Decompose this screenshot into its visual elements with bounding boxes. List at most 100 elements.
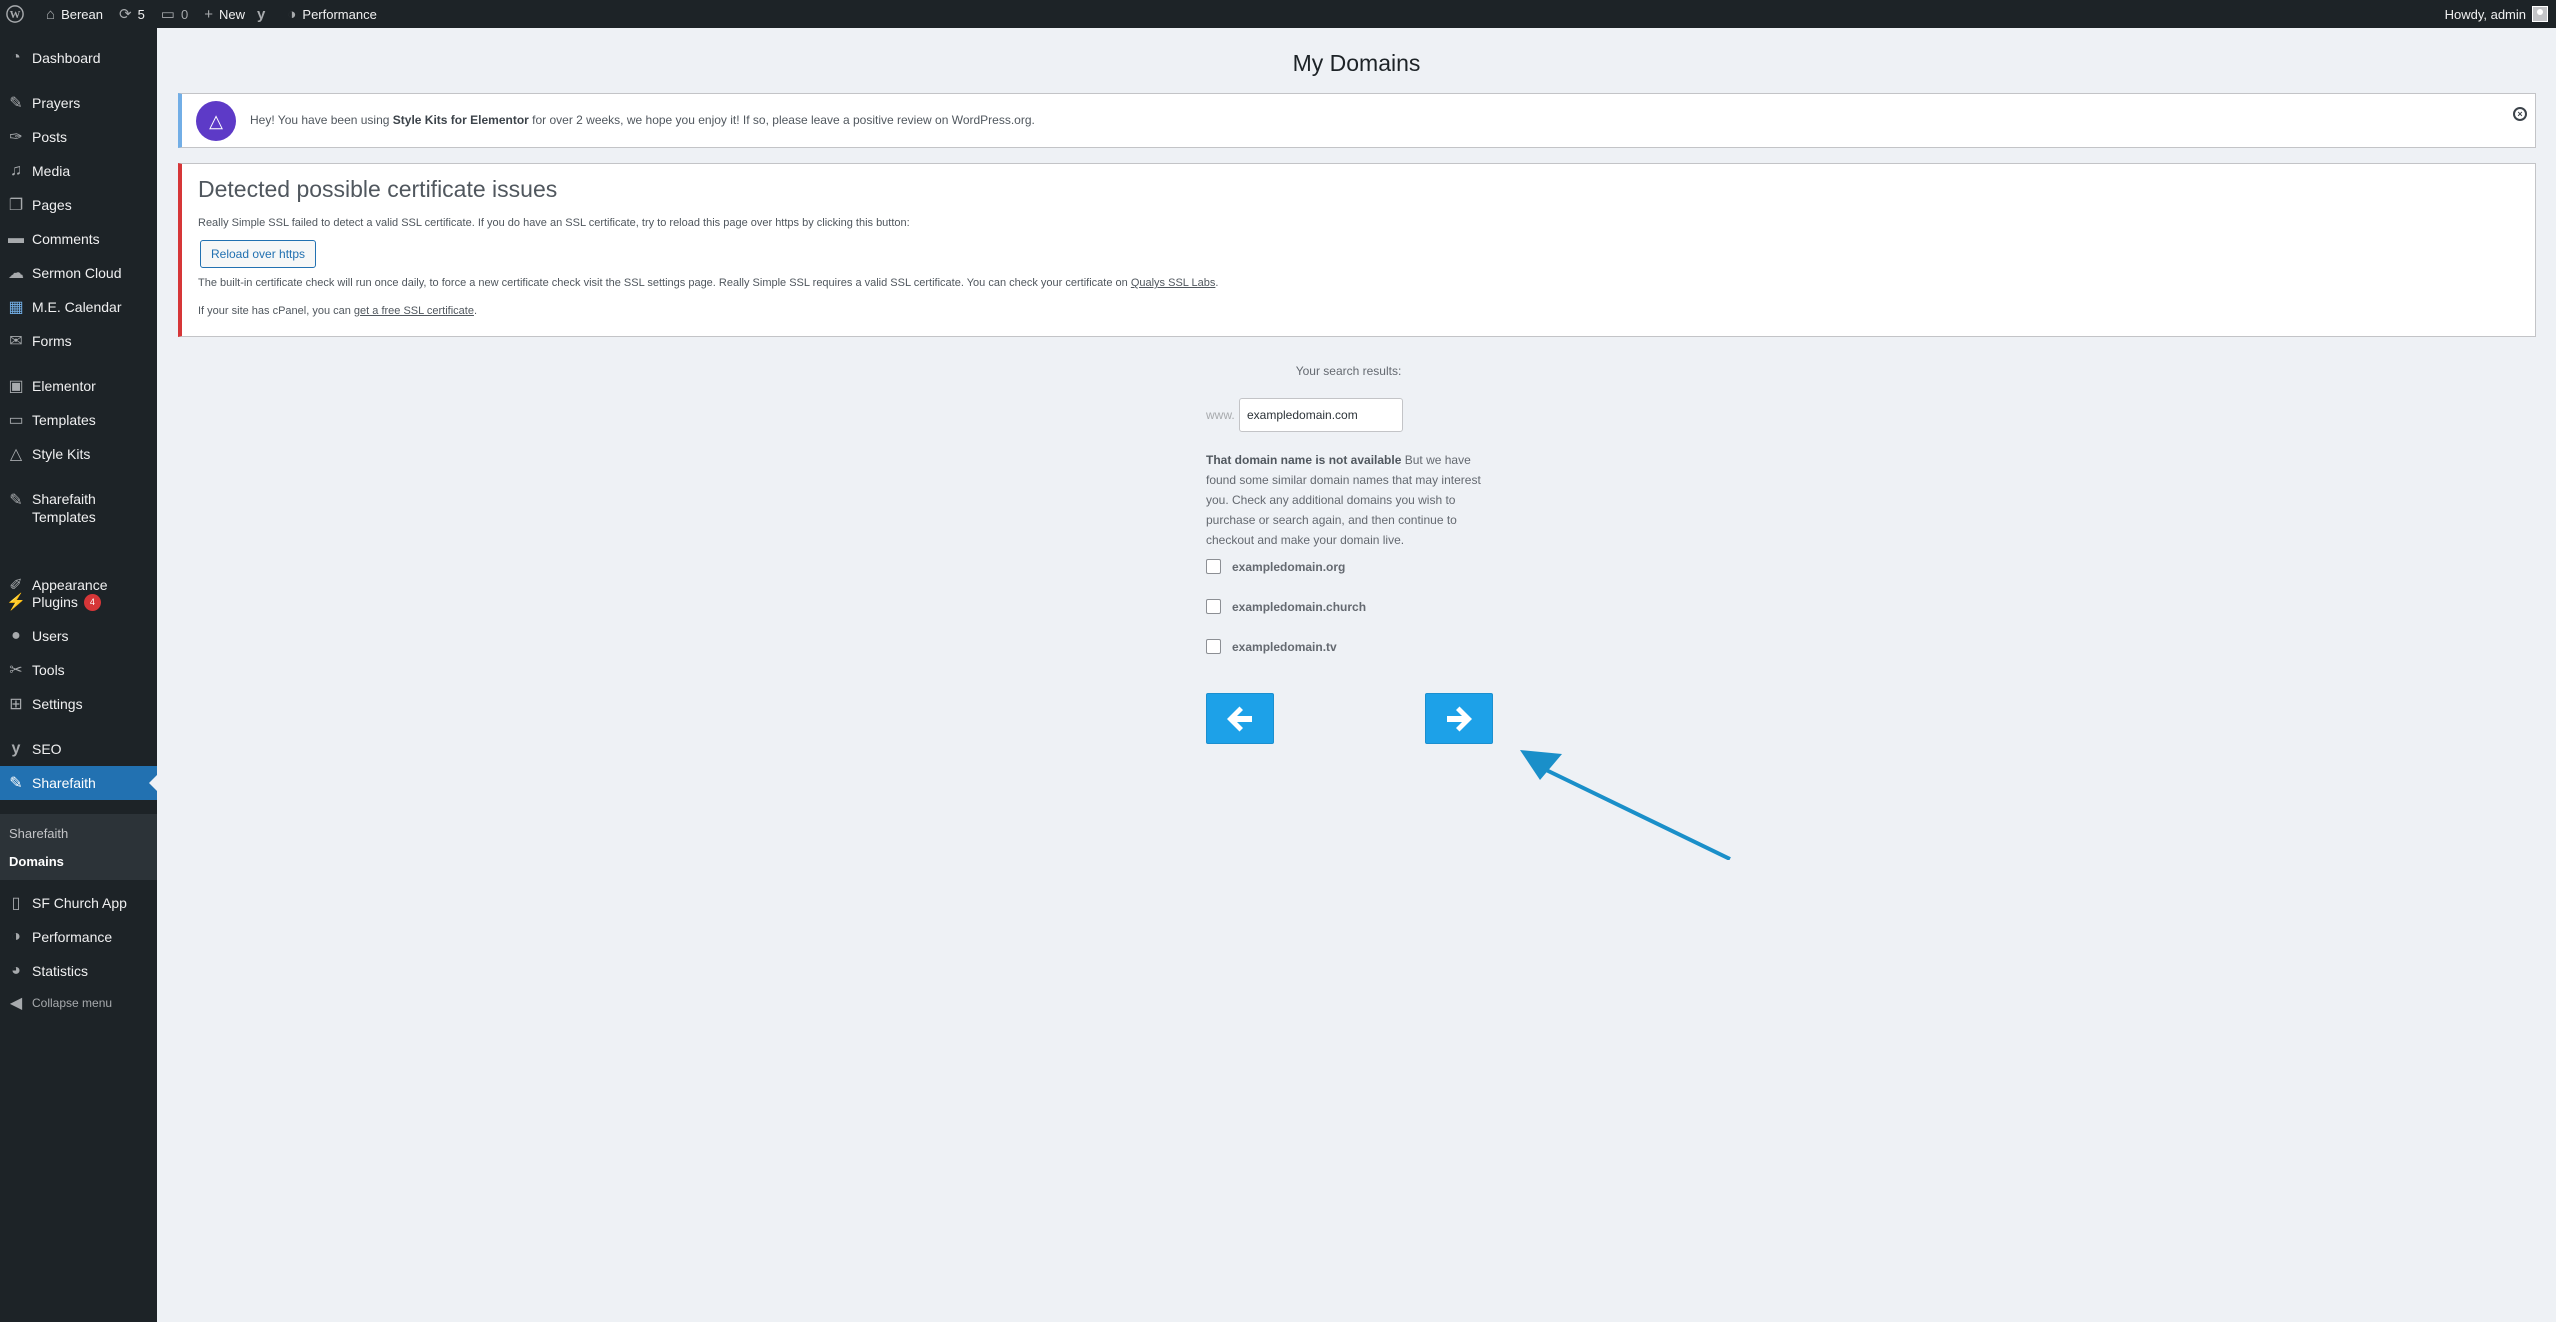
- ssl-notice-title: Detected possible certificate issues: [198, 176, 558, 202]
- folder-icon: ▭: [8, 412, 24, 429]
- menu-prayers[interactable]: ✎ Prayers: [0, 86, 157, 120]
- ssl-text: .: [473, 305, 478, 317]
- unavailable-text: But we have found some similar domain na…: [1206, 453, 1481, 547]
- menu-users[interactable]: ● Users: [0, 619, 157, 653]
- menu-comments[interactable]: ▬ Comments: [0, 222, 157, 256]
- domain-checkbox[interactable]: [1206, 639, 1221, 654]
- notice-text-bold: Style Kits for Elementor: [392, 113, 529, 127]
- next-button[interactable]: [1425, 693, 1493, 744]
- performance-link[interactable]: ◑ Performance: [281, 0, 382, 28]
- menu-performance[interactable]: ◑ Performance: [0, 920, 157, 954]
- free-ssl-certificate-link[interactable]: get a free SSL certificate: [354, 305, 474, 317]
- pie-chart-icon: ◕: [11, 962, 21, 979]
- notice-text-part: Hey! You have been using: [250, 113, 393, 127]
- menu-label: Pages: [32, 197, 72, 213]
- menu-pages[interactable]: ❐ Pages: [0, 188, 157, 222]
- page-title: My Domains: [1292, 50, 1421, 76]
- reload-over-https-button[interactable]: Reload over https: [200, 240, 317, 268]
- cloud-icon: ☁: [8, 265, 24, 282]
- plus-icon: +: [204, 5, 213, 23]
- domain-option-label: exampledomain.church: [1232, 599, 1367, 614]
- menu-label: Users: [32, 628, 69, 644]
- menu-label: Elementor: [32, 378, 96, 394]
- search-results-label: Your search results:: [1295, 364, 1402, 378]
- menu-me-calendar[interactable]: ▦ M.E. Calendar: [0, 290, 157, 324]
- admin-menu: ◔ Dashboard ✎ Prayers ✑ Posts ♫ Media ❐ Pages…: [0, 28, 157, 1322]
- domain-unavailable-message: That domain name is not available But we…: [1206, 450, 1491, 550]
- media-icon: ♫: [10, 162, 22, 179]
- menu-dashboard[interactable]: ◔ Dashboard: [0, 41, 157, 75]
- plugins-update-badge: 4: [83, 593, 101, 611]
- stylekits-review-notice: △ Hey! You have been using Style Kits fo…: [178, 93, 2536, 148]
- submenu-domains[interactable]: Domains: [9, 854, 64, 869]
- domain-checkbox[interactable]: [1206, 559, 1221, 574]
- menu-plugins[interactable]: ⚡ Plugins 4: [0, 585, 157, 619]
- ssl-text: .: [1215, 277, 1219, 289]
- menu-label: Style Kits: [32, 446, 91, 462]
- menu-tools[interactable]: ✂ Tools: [0, 653, 157, 687]
- submenu-sharefaith[interactable]: Sharefaith: [9, 826, 68, 841]
- menu-sermon-cloud[interactable]: ☁ Sermon Cloud: [0, 256, 157, 290]
- qualys-ssl-labs-link[interactable]: Qualys SSL Labs: [1131, 277, 1216, 289]
- comments-link[interactable]: ▭ 0: [155, 0, 194, 28]
- performance-label: Performance: [302, 6, 377, 22]
- ssl-certificate-notice: Detected possible certificate issues Rea…: [178, 163, 2536, 337]
- menu-style-kits[interactable]: △ Style Kits: [0, 437, 157, 471]
- menu-label: Sharefaith Templates: [32, 490, 96, 526]
- arrow-left-icon: [1227, 706, 1252, 731]
- menu-settings[interactable]: ⊞ Settings: [0, 687, 157, 721]
- domain-checkbox[interactable]: [1206, 599, 1221, 614]
- home-icon: ⌂: [46, 5, 56, 23]
- domain-option[interactable]: exampledomain.tv: [1206, 639, 1337, 654]
- pages-icon: ❐: [8, 197, 24, 214]
- menu-label: Sharefaith: [32, 775, 96, 791]
- performance-icon: ◑: [11, 928, 21, 945]
- menu-posts[interactable]: ✑ Posts: [0, 120, 157, 154]
- yoast-icon: y: [11, 740, 21, 757]
- menu-label: Tools: [32, 662, 65, 678]
- menu-elementor[interactable]: ▣ Elementor: [0, 369, 157, 403]
- menu-label: Statistics: [32, 963, 89, 979]
- yoast-seo-link[interactable]: y: [251, 0, 277, 28]
- performance-icon: ◑: [287, 5, 297, 23]
- dismiss-close-icon[interactable]: ×: [2513, 107, 2527, 121]
- updates-link[interactable]: ⟳ 5: [113, 0, 151, 28]
- wordpress-logo-menu[interactable]: W: [0, 0, 30, 28]
- comments-count: 0: [180, 6, 189, 22]
- pin-icon: ✑: [9, 129, 23, 146]
- menu-statistics[interactable]: ◕ Statistics: [0, 954, 157, 988]
- wordpress-icon: W: [6, 5, 24, 23]
- prayers-icon: ✎: [9, 95, 23, 112]
- collapse-icon: ◀: [9, 995, 23, 1012]
- collapse-menu-button[interactable]: ◀ Collapse menu: [0, 986, 157, 1020]
- domain-option[interactable]: exampledomain.org: [1206, 559, 1345, 574]
- site-name-link[interactable]: ⌂ Berean: [40, 0, 109, 28]
- user-icon: ●: [11, 627, 21, 644]
- settings-icon: ⊞: [9, 696, 23, 713]
- yoast-icon: y: [257, 5, 266, 23]
- ssl-text: If your site has cPanel, you can: [198, 305, 354, 317]
- comment-bubble-icon: ▭: [160, 6, 175, 23]
- menu-seo[interactable]: y SEO: [0, 732, 157, 766]
- elementor-icon: ▣: [8, 378, 24, 395]
- menu-forms[interactable]: ✉ Forms: [0, 324, 157, 358]
- site-name: Berean: [61, 6, 103, 22]
- menu-templates[interactable]: ▭ Templates: [0, 403, 157, 437]
- domain-search-input[interactable]: [1239, 398, 1403, 432]
- domain-option-label: exampledomain.org: [1232, 559, 1346, 574]
- back-button[interactable]: [1206, 693, 1274, 744]
- menu-sharefaith-templates[interactable]: ✎ Sharefaith Templates: [0, 482, 157, 534]
- new-content-link[interactable]: + New: [198, 0, 251, 28]
- menu-label: Forms: [32, 333, 72, 349]
- my-account[interactable]: Howdy, admin: [2445, 0, 2548, 28]
- menu-label: Sermon Cloud: [32, 265, 122, 281]
- admin-bar: W ⌂ Berean ⟳ 5 ▭ 0 + New y ◑ Performance…: [0, 0, 2556, 28]
- avatar: [2532, 6, 2548, 22]
- menu-label: Collapse menu: [32, 996, 113, 1010]
- arrow-right-icon: [1447, 706, 1472, 731]
- domain-option[interactable]: exampledomain.church: [1206, 599, 1366, 614]
- menu-sharefaith[interactable]: ✎ Sharefaith: [0, 766, 157, 800]
- menu-label: SF Church App: [32, 895, 127, 911]
- menu-media[interactable]: ♫ Media: [0, 154, 157, 188]
- menu-sf-church-app[interactable]: ▯ SF Church App: [0, 886, 157, 920]
